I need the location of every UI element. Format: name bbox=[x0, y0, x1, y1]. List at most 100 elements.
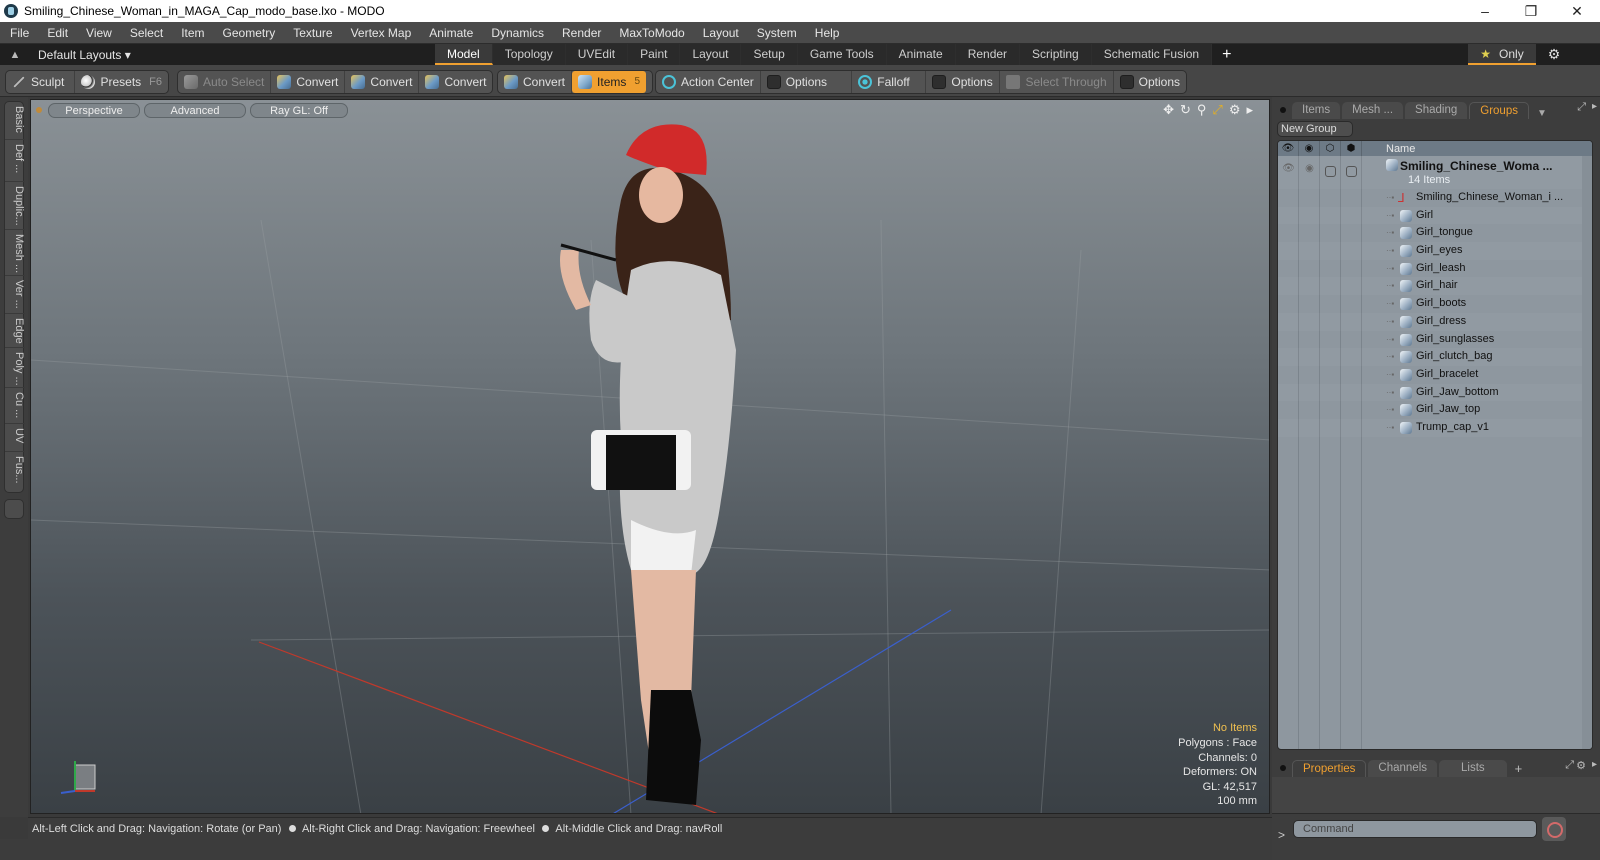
name-column-header[interactable]: Name bbox=[1362, 143, 1415, 155]
group-root-row[interactable]: 👁 ◉ Smiling_Chinese_Woma ... 14 Items bbox=[1278, 156, 1592, 189]
expand-panel-icon[interactable]: ⤢ bbox=[1577, 101, 1586, 114]
minimize-button[interactable]: – bbox=[1462, 0, 1508, 22]
panel-more-arrow-icon[interactable]: ▸ bbox=[1592, 759, 1597, 770]
collapse-toolbar-icon[interactable]: ▲ bbox=[0, 49, 30, 61]
select-toggle[interactable] bbox=[1346, 166, 1357, 177]
list-item[interactable]: ··▪ Girl_Jaw_bottom bbox=[1278, 384, 1592, 402]
expand-panel-icon[interactable]: ⤢ bbox=[1565, 759, 1574, 772]
auto-select-button[interactable]: Auto Select bbox=[178, 71, 272, 93]
tab-paint[interactable]: Paint bbox=[628, 44, 681, 65]
action-center-button[interactable]: Action Center bbox=[656, 71, 761, 93]
tab-groups[interactable]: Groups bbox=[1469, 102, 1529, 119]
only-toggle[interactable]: ★ Only bbox=[1468, 44, 1536, 65]
falloff-button[interactable]: Falloff bbox=[852, 71, 927, 93]
render-camera-icon[interactable]: ◉ bbox=[1299, 162, 1320, 176]
tabs-dropdown-icon[interactable]: ▼ bbox=[1537, 108, 1547, 119]
menu-geometry[interactable]: Geometry bbox=[213, 26, 284, 40]
record-macro-button[interactable] bbox=[1542, 817, 1566, 841]
select-through-options-button[interactable]: Options bbox=[1114, 71, 1186, 93]
list-item[interactable]: ··▪ Girl_hair bbox=[1278, 277, 1592, 295]
select-column-icon[interactable]: ⬢ bbox=[1341, 141, 1362, 156]
tab-schematic-fusion[interactable]: Schematic Fusion bbox=[1091, 44, 1213, 65]
menu-texture[interactable]: Texture bbox=[283, 26, 340, 40]
panel-gear-icon[interactable]: ⚙ bbox=[1576, 759, 1586, 772]
items-mode-button[interactable]: Items 5 bbox=[572, 71, 647, 93]
tree-scrollbar[interactable] bbox=[1582, 156, 1592, 749]
list-item[interactable]: ··▪ Girl bbox=[1278, 207, 1592, 225]
tool-tab-uv[interactable]: UV bbox=[5, 424, 25, 452]
tool-tab-fusion[interactable]: Fus... bbox=[5, 452, 25, 492]
viewport-settings-gear-icon[interactable]: ⚙ bbox=[1229, 102, 1241, 118]
viewport-menu-dot-icon[interactable] bbox=[36, 107, 42, 113]
list-item[interactable]: ··▪ ⅃ Smiling_Chinese_Woman_i ... bbox=[1278, 189, 1592, 207]
tool-tab-mesh[interactable]: Mesh ... bbox=[5, 230, 25, 276]
tool-tab-duplicate[interactable]: Duplic... bbox=[5, 182, 25, 230]
falloff-options-button[interactable]: Options bbox=[926, 71, 1001, 93]
convert-polygons-button[interactable]: Convert bbox=[419, 71, 492, 93]
new-group-button[interactable]: New Group bbox=[1277, 121, 1353, 137]
panel-menu-dot-icon[interactable] bbox=[1280, 107, 1286, 113]
menu-select[interactable]: Select bbox=[120, 26, 171, 40]
menu-vertex-map[interactable]: Vertex Map bbox=[341, 26, 420, 40]
action-center-options-button[interactable]: Options bbox=[761, 71, 853, 93]
panel-more-arrow-icon[interactable]: ▸ bbox=[1592, 101, 1597, 112]
menu-view[interactable]: View bbox=[76, 26, 120, 40]
tab-uvedit[interactable]: UVEdit bbox=[565, 44, 629, 65]
tool-tab-polygon[interactable]: Poly ... bbox=[5, 348, 25, 388]
ray-gl-toggle[interactable]: Ray GL: Off bbox=[250, 102, 348, 118]
menu-edit[interactable]: Edit bbox=[37, 26, 76, 40]
rotate-icon[interactable]: ↻ bbox=[1180, 102, 1191, 118]
close-button[interactable]: ✕ bbox=[1554, 0, 1600, 22]
zoom-icon[interactable]: ⚲ bbox=[1197, 102, 1207, 118]
tool-tab-basic[interactable]: Basic bbox=[5, 102, 25, 140]
viewport-expand-arrow-icon[interactable]: ▸ bbox=[1246, 102, 1253, 118]
tab-scripting[interactable]: Scripting bbox=[1020, 44, 1092, 65]
tab-shading[interactable]: Shading bbox=[1405, 102, 1468, 119]
pan-icon[interactable]: ✥ bbox=[1163, 102, 1174, 118]
menu-help[interactable]: Help bbox=[805, 26, 848, 40]
list-item[interactable]: ··▪ Girl_boots bbox=[1278, 295, 1592, 313]
tab-game-tools[interactable]: Game Tools bbox=[797, 44, 887, 65]
default-layouts-dropdown[interactable]: Default Layouts ▾ bbox=[30, 48, 435, 62]
add-layout-tab-button[interactable]: + bbox=[1212, 44, 1241, 65]
menu-layout[interactable]: Layout bbox=[693, 26, 747, 40]
list-item[interactable]: ··▪ Girl_sunglasses bbox=[1278, 331, 1592, 349]
render-column-camera-icon[interactable]: ◉ bbox=[1299, 141, 1320, 156]
list-item[interactable]: ··▪ Girl_dress bbox=[1278, 313, 1592, 331]
visibility-column-eye-icon[interactable]: 👁 bbox=[1278, 141, 1299, 156]
tool-tab-vertex[interactable]: Ver ... bbox=[5, 276, 25, 314]
maximize-viewport-icon[interactable]: ⤢ bbox=[1212, 102, 1222, 118]
list-item[interactable]: ··▪ Girl_tongue bbox=[1278, 224, 1592, 242]
menu-dynamics[interactable]: Dynamics bbox=[481, 26, 552, 40]
list-item[interactable]: ··▪ Girl_eyes bbox=[1278, 242, 1592, 260]
perspective-dropdown[interactable]: Perspective bbox=[48, 102, 140, 118]
list-item[interactable]: ··▪ Girl_leash bbox=[1278, 260, 1592, 278]
menu-render[interactable]: Render bbox=[552, 26, 609, 40]
gear-icon[interactable]: ⚙ bbox=[1544, 44, 1564, 65]
tool-tab-extra[interactable] bbox=[4, 499, 24, 519]
tool-tab-edge[interactable]: Edge bbox=[5, 314, 25, 348]
menu-item[interactable]: Item bbox=[171, 26, 212, 40]
menu-maxtomodo[interactable]: MaxToModo bbox=[609, 26, 692, 40]
tab-animate[interactable]: Animate bbox=[886, 44, 956, 65]
menu-system[interactable]: System bbox=[747, 26, 805, 40]
shading-style-dropdown[interactable]: Advanced bbox=[144, 102, 246, 118]
convert-edges-button[interactable]: Convert bbox=[345, 71, 420, 93]
command-input[interactable]: Command bbox=[1293, 820, 1537, 838]
tab-layout[interactable]: Layout bbox=[680, 44, 742, 65]
panel-menu-dot-icon[interactable] bbox=[1280, 765, 1286, 771]
tab-mesh-ops[interactable]: Mesh ... bbox=[1342, 102, 1404, 119]
tab-model[interactable]: Model bbox=[435, 44, 493, 65]
tab-lists[interactable]: Lists bbox=[1439, 760, 1507, 777]
presets-button[interactable]: Presets F6 bbox=[75, 71, 168, 93]
list-item[interactable]: ··▪ Girl_bracelet bbox=[1278, 366, 1592, 384]
tab-setup[interactable]: Setup bbox=[741, 44, 798, 65]
list-item[interactable]: ··▪ Girl_clutch_bag bbox=[1278, 348, 1592, 366]
3d-viewport[interactable]: Perspective Advanced Ray GL: Off ✥ ↻ ⚲ ⤢… bbox=[30, 99, 1270, 814]
tool-tab-deform[interactable]: Def ... bbox=[5, 140, 25, 182]
restore-button[interactable]: ❐ bbox=[1508, 0, 1554, 22]
visibility-eye-icon[interactable]: 👁 bbox=[1278, 162, 1299, 176]
tool-tab-curve[interactable]: Cu ... bbox=[5, 388, 25, 424]
lock-column-icon[interactable]: ⬡ bbox=[1320, 141, 1341, 156]
menu-animate[interactable]: Animate bbox=[419, 26, 481, 40]
